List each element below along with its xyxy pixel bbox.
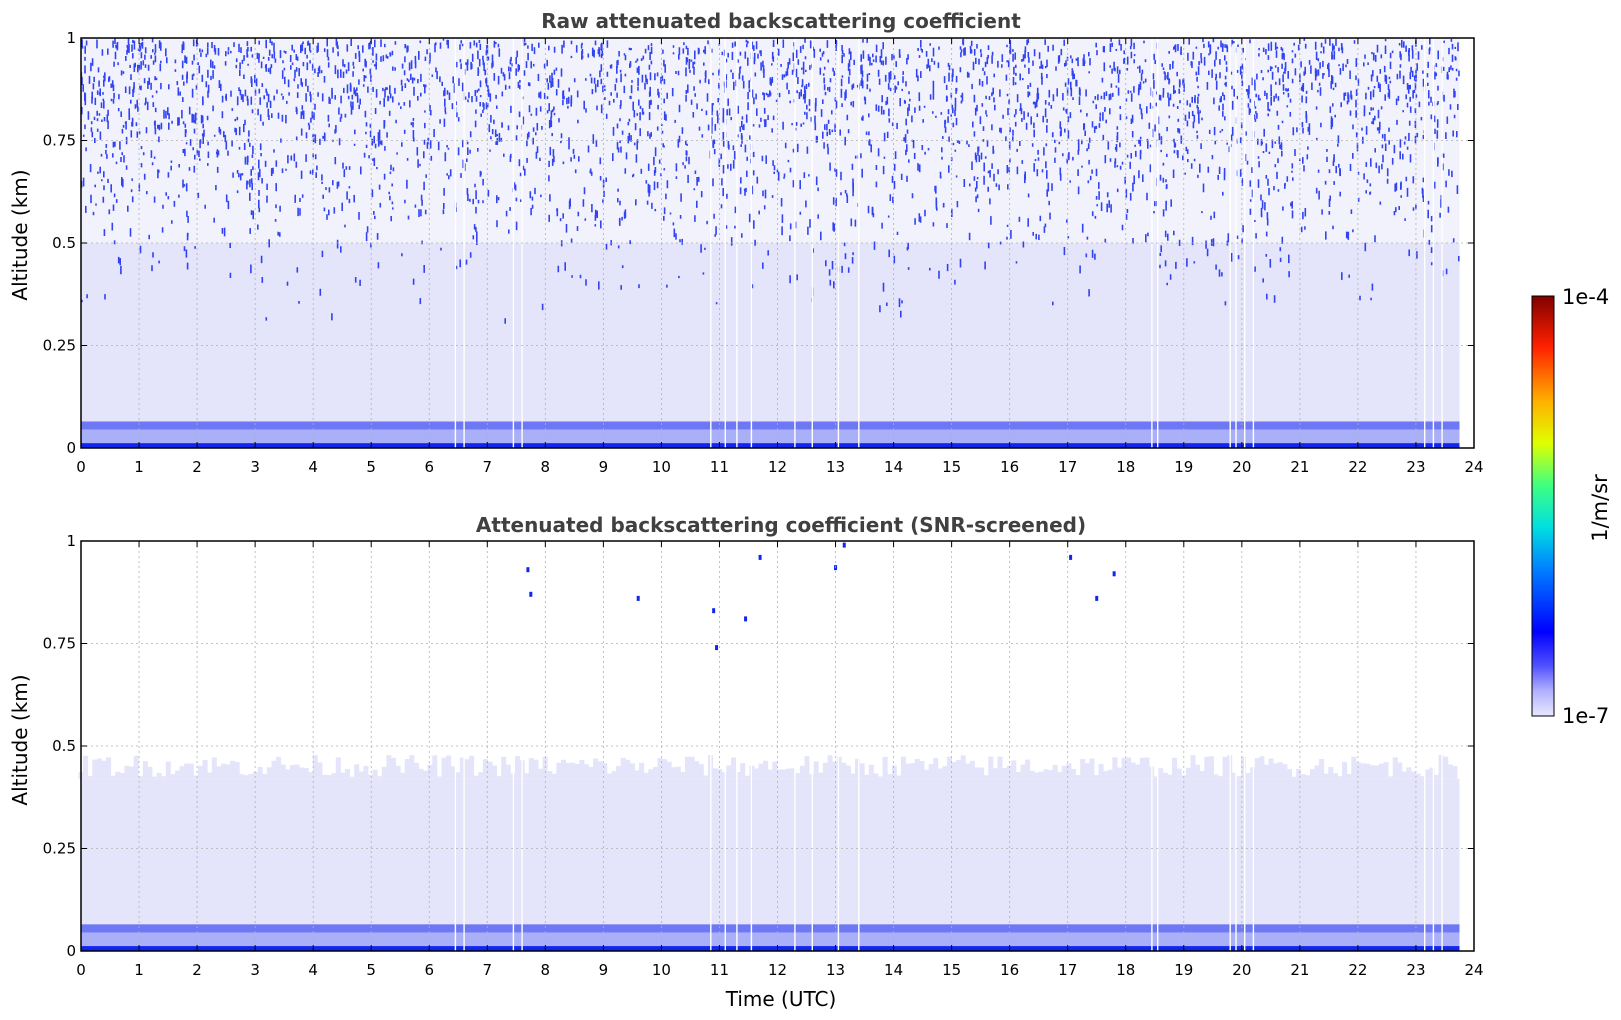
raw-backscatter-panel: Raw attenuated backscattering coefficien… [8, 9, 1484, 476]
panel2-y-axis-label: Altitude (km) [8, 674, 32, 805]
isolated-point [758, 554, 762, 560]
isolated-point [842, 542, 846, 548]
x-tick-label: 8 [541, 458, 551, 476]
x-tick-label: 18 [1116, 961, 1135, 979]
x-tick-label: 16 [1000, 961, 1019, 979]
x-tick-label: 8 [541, 961, 551, 979]
x-tick-label: 14 [884, 961, 903, 979]
colorbar-max-label: 1e-4 [1562, 285, 1609, 309]
panel1-title: Raw attenuated backscattering coefficien… [541, 9, 1021, 33]
y-tick-label: 0.5 [52, 234, 76, 252]
y-tick-label: 0 [66, 942, 76, 960]
screened-ragged-top [78, 755, 1458, 779]
y-tick-label: 0.25 [43, 337, 76, 355]
x-tick-label: 12 [768, 961, 787, 979]
x-tick-label: 3 [250, 458, 260, 476]
x-tick-label: 2 [192, 961, 202, 979]
colorbar-min-label: 1e-7 [1562, 704, 1609, 728]
colorbar: 1e-4 1e-7 1/m/sr [1531, 285, 1612, 728]
y-tick-label: 0.25 [43, 840, 76, 858]
screened-backscatter-panel: Attenuated backscattering coefficient (S… [8, 513, 1484, 1011]
x-tick-label: 1 [134, 961, 144, 979]
x-tick-label: 13 [826, 458, 845, 476]
x-tick-label: 17 [1058, 961, 1077, 979]
x-tick-label: 10 [652, 961, 671, 979]
y-tick-label: 0.75 [43, 635, 76, 653]
x-tick-label: 9 [599, 961, 609, 979]
x-tick-label: 6 [424, 961, 434, 979]
x-tick-label: 7 [483, 961, 493, 979]
y-tick-label: 1 [66, 532, 76, 550]
x-tick-label: 20 [1232, 961, 1251, 979]
isolated-point [1069, 554, 1073, 560]
x-tick-label: 4 [308, 961, 318, 979]
x-tick-label: 13 [826, 961, 845, 979]
colorbar-bar [1531, 295, 1555, 717]
x-tick-label: 11 [710, 961, 729, 979]
x-tick-label: 22 [1348, 961, 1367, 979]
y-tick-label: 0.5 [52, 737, 76, 755]
isolated-point [636, 595, 640, 601]
isolated-point [744, 616, 748, 622]
x-tick-label: 24 [1464, 961, 1483, 979]
isolated-point [715, 645, 719, 651]
y-tick-label: 1 [66, 29, 76, 47]
isolated-point [529, 591, 533, 597]
x-tick-label: 7 [483, 458, 493, 476]
x-axis-label: Time (UTC) [725, 987, 837, 1011]
isolated-point [1095, 595, 1099, 601]
x-tick-label: 11 [710, 458, 729, 476]
x-tick-label: 6 [424, 458, 434, 476]
x-tick-label: 9 [599, 458, 609, 476]
panel1-y-axis-label: Altitude (km) [8, 169, 32, 300]
figure: Raw attenuated backscattering coefficien… [8, 9, 1612, 1011]
x-tick-label: 14 [884, 458, 903, 476]
x-tick-label: 5 [366, 961, 376, 979]
x-tick-label: 1 [134, 458, 144, 476]
x-tick-label: 15 [942, 458, 961, 476]
x-tick-label: 20 [1232, 458, 1251, 476]
isolated-point [526, 567, 530, 573]
panel2-title: Attenuated backscattering coefficient (S… [476, 513, 1086, 537]
x-tick-label: 17 [1058, 458, 1077, 476]
x-tick-label: 23 [1406, 961, 1425, 979]
isolated-point [712, 608, 716, 614]
x-tick-label: 0 [76, 458, 86, 476]
colorbar-unit-label: 1/m/sr [1588, 474, 1612, 542]
x-tick-label: 0 [76, 961, 86, 979]
x-tick-label: 2 [192, 458, 202, 476]
x-tick-label: 21 [1290, 458, 1309, 476]
x-tick-label: 19 [1174, 458, 1193, 476]
x-tick-label: 12 [768, 458, 787, 476]
x-tick-label: 24 [1464, 458, 1483, 476]
x-tick-label: 10 [652, 458, 671, 476]
x-tick-label: 18 [1116, 458, 1135, 476]
x-tick-label: 21 [1290, 961, 1309, 979]
x-tick-label: 4 [308, 458, 318, 476]
y-tick-label: 0 [66, 439, 76, 457]
x-tick-label: 16 [1000, 458, 1019, 476]
isolated-point [1112, 571, 1116, 577]
x-tick-label: 23 [1406, 458, 1425, 476]
y-tick-label: 0.75 [43, 132, 76, 150]
x-tick-label: 5 [366, 458, 376, 476]
x-tick-label: 3 [250, 961, 260, 979]
x-tick-label: 22 [1348, 458, 1367, 476]
x-tick-label: 19 [1174, 961, 1193, 979]
x-tick-label: 15 [942, 961, 961, 979]
